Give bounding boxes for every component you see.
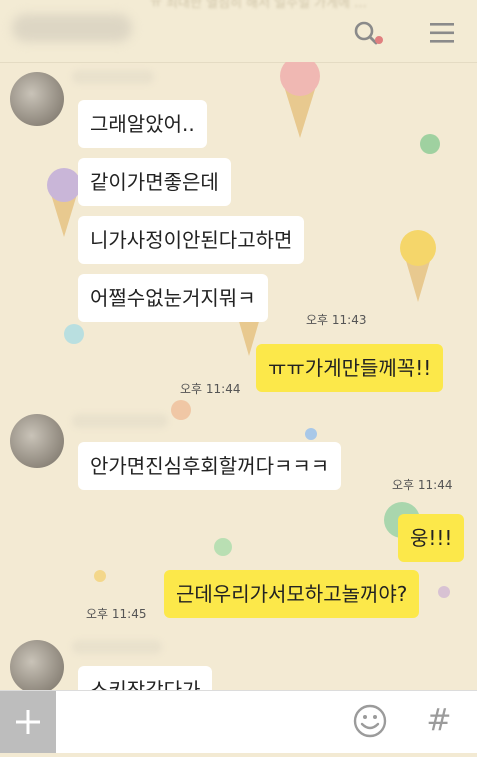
hash-button[interactable]: # xyxy=(424,703,454,739)
emoji-icon[interactable] xyxy=(352,703,388,739)
dot-decoration xyxy=(420,134,440,154)
message-time: 오후 11:45 xyxy=(86,607,147,621)
message-bubble[interactable]: 근데우리가서모하고놀꺼야? xyxy=(164,570,420,618)
dot-decoration xyxy=(94,570,106,582)
message-bubble[interactable]: ㅠㅠ가게만들께꼭!! xyxy=(256,344,444,392)
sender-name-redacted xyxy=(72,640,162,654)
dot-decoration xyxy=(171,400,191,420)
plus-icon[interactable] xyxy=(0,691,56,753)
avatar[interactable] xyxy=(10,72,64,126)
message-bubble[interactable]: 그래알았어.. xyxy=(78,100,207,148)
message-input[interactable] xyxy=(62,699,342,745)
menu-icon[interactable] xyxy=(429,22,455,44)
sender-name-redacted xyxy=(72,414,168,428)
dot-decoration xyxy=(438,586,450,598)
chat-area[interactable]: 그래알았어.. 같이가면좋은데 니가사정이안된다고하면 어쩔수없눈거지뭐ㅋ 오후… xyxy=(0,62,477,690)
message-time: 오후 11:44 xyxy=(392,478,453,492)
header-banner-text: ㅠ 최대한 열심히 해서 일주일 가게에 ... xyxy=(150,0,367,11)
message-bubble[interactable]: 웅!!! xyxy=(398,514,465,562)
message-bubble[interactable]: 스키장갔다가 xyxy=(78,666,213,690)
ice-cream-decoration-icon xyxy=(400,230,436,302)
chat-title-redacted xyxy=(12,14,132,42)
dot-decoration xyxy=(305,428,317,440)
ice-cream-decoration-icon xyxy=(280,62,320,138)
avatar[interactable] xyxy=(10,640,64,690)
avatar[interactable] xyxy=(10,414,64,468)
message-bubble[interactable]: 같이가면좋은데 xyxy=(78,158,231,206)
message-time: 오후 11:44 xyxy=(180,382,241,396)
message-bubble[interactable]: 어쩔수없눈거지뭐ㅋ xyxy=(78,274,268,322)
sender-name-redacted xyxy=(72,70,154,84)
search-icon[interactable] xyxy=(352,20,384,48)
dot-decoration xyxy=(214,538,232,556)
input-bar: # xyxy=(0,690,477,753)
message-bubble[interactable]: 니가사정이안된다고하면 xyxy=(78,216,305,264)
message-time: 오후 11:43 xyxy=(306,313,367,327)
dot-decoration xyxy=(64,324,84,344)
chat-header: ㅠ 최대한 열심히 해서 일주일 가게에 ... xyxy=(0,0,477,63)
message-bubble[interactable]: 안가면진심후회할꺼다ㅋㅋㅋ xyxy=(78,442,342,490)
